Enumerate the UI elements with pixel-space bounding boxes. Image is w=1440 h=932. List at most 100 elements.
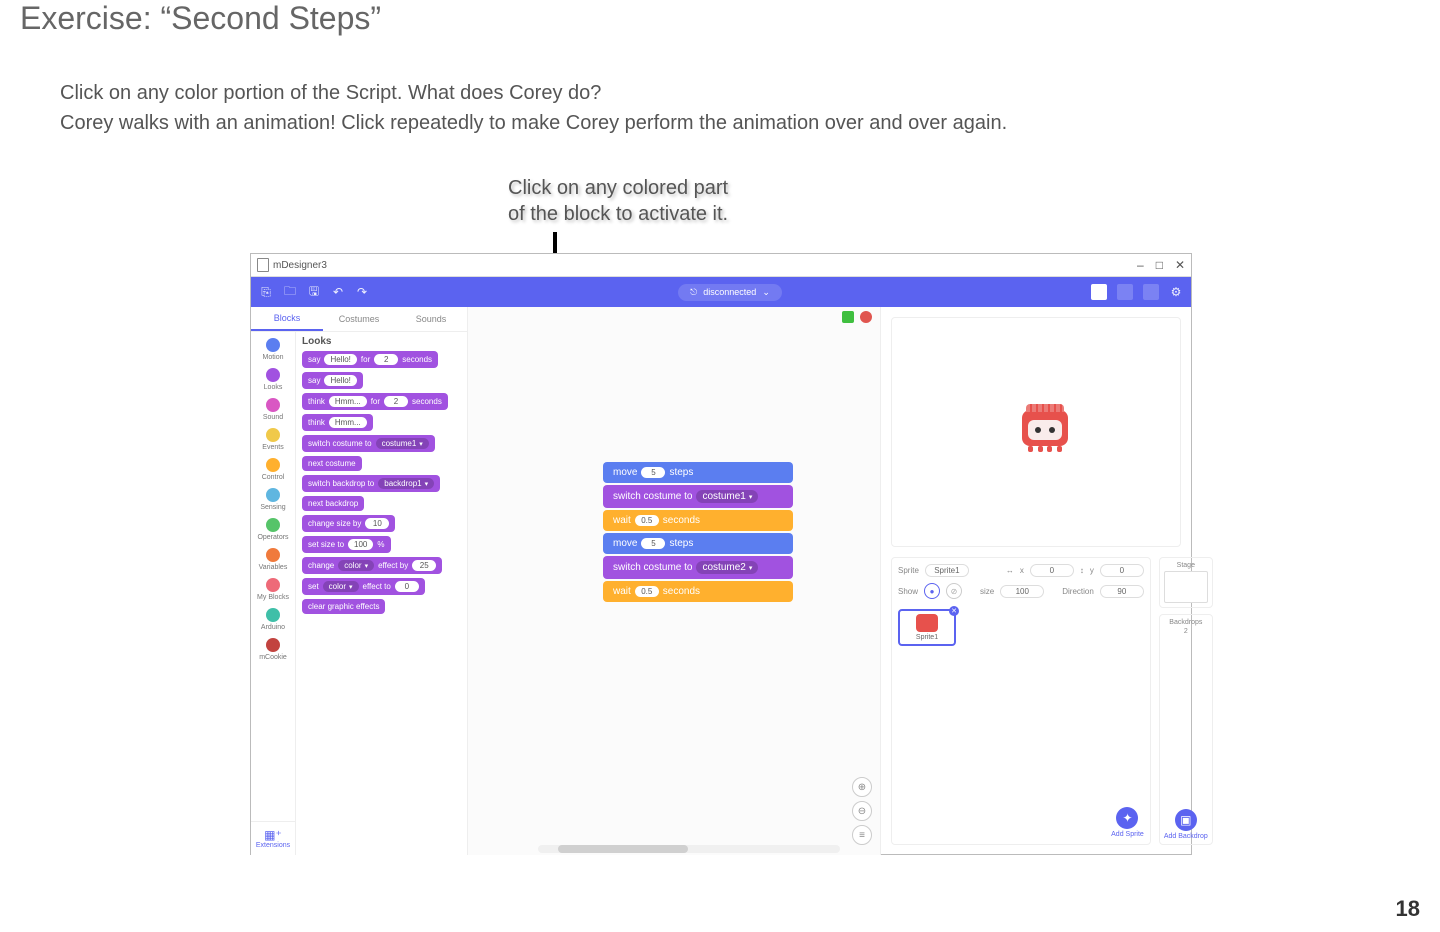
block-change-size-by[interactable]: change size by 10: [302, 515, 395, 532]
window-close-button[interactable]: ✕: [1175, 258, 1185, 272]
script-stack[interactable]: move 5 steps switch costume to costume1 …: [603, 462, 793, 604]
view-mode-2-icon[interactable]: [1117, 284, 1133, 300]
delete-sprite-icon[interactable]: ✕: [949, 606, 959, 616]
undo-icon[interactable]: ↶: [331, 285, 345, 299]
category-sensing[interactable]: Sensing: [260, 488, 285, 512]
backdrops-panel: Backdrops 2 ▣ Add Backdrop: [1159, 614, 1213, 845]
block-switch-backdrop[interactable]: switch backdrop to backdrop1 ▾: [302, 475, 440, 492]
block-think[interactable]: think Hmm...: [302, 414, 373, 431]
effect-dropdown[interactable]: color ▾: [323, 581, 359, 592]
size-field[interactable]: 100: [1000, 585, 1044, 598]
operators-dot-icon: [266, 518, 280, 532]
zoom-out-button[interactable]: ⊖: [852, 801, 872, 821]
zoom-reset-button[interactable]: ≡: [852, 825, 872, 845]
stage-info[interactable]: Stage: [1159, 557, 1213, 608]
chevron-down-icon: ▾: [749, 493, 753, 501]
category-looks[interactable]: Looks: [264, 368, 283, 392]
category-variables[interactable]: Variables: [259, 548, 288, 572]
script-block-switch-costume-2[interactable]: switch costume to costume2 ▾: [603, 556, 793, 579]
block-switch-costume[interactable]: switch costume to costume1 ▾: [302, 435, 435, 452]
show-visible-toggle[interactable]: ●: [924, 583, 940, 599]
chevron-down-icon: ▾: [365, 562, 369, 570]
view-mode-blocks-icon[interactable]: [1091, 284, 1107, 300]
costume-dropdown[interactable]: costume1 ▾: [376, 438, 429, 449]
tab-costumes[interactable]: Costumes: [323, 307, 395, 331]
script-block-wait-2[interactable]: wait 0.5 seconds: [603, 581, 793, 602]
backdrop-dropdown[interactable]: backdrop1 ▾: [378, 478, 434, 489]
redo-icon[interactable]: ↷: [355, 285, 369, 299]
palette-section-header: Looks: [302, 336, 461, 347]
script-block-move-2[interactable]: move 5 steps: [603, 533, 793, 554]
category-my-blocks[interactable]: My Blocks: [257, 578, 289, 602]
category-operators[interactable]: Operators: [257, 518, 288, 542]
connection-status-button[interactable]: ⎋ disconnected ⌄: [678, 284, 782, 301]
add-sprite-button[interactable]: ✦ Add Sprite: [1111, 807, 1144, 838]
category-mcookie[interactable]: mCookie: [259, 638, 287, 662]
add-backdrop-button[interactable]: ▣ Add Backdrop: [1164, 809, 1208, 840]
new-project-icon[interactable]: ⎘: [259, 285, 273, 299]
block-clear-graphic-effects[interactable]: clear graphic effects: [302, 599, 385, 614]
script-block-move-1[interactable]: move 5 steps: [603, 462, 793, 483]
tab-sounds[interactable]: Sounds: [395, 307, 467, 331]
block-think-for-seconds[interactable]: think Hmm... for 2 seconds: [302, 393, 448, 410]
variables-dot-icon: [266, 548, 280, 562]
backdrops-label: Backdrops: [1169, 619, 1202, 626]
horizontal-scrollbar[interactable]: [538, 845, 840, 853]
looks-dot-icon: [266, 368, 280, 382]
sprite-thumbnail[interactable]: ✕ Sprite1: [898, 609, 956, 646]
open-folder-icon[interactable]: 🗀: [283, 285, 297, 299]
stop-icon[interactable]: [860, 311, 872, 323]
block-set-effect-to[interactable]: set color ▾ effect to 0: [302, 578, 425, 595]
scrollbar-thumb[interactable]: [558, 845, 688, 853]
swap-xy-icon: ↔: [1006, 566, 1014, 575]
instructions-line-2: Corey walks with an animation! Click rep…: [60, 108, 1007, 138]
sprite-label: Sprite: [898, 566, 919, 575]
block-set-size-to[interactable]: set size to 100 %: [302, 536, 391, 553]
script-block-wait-1[interactable]: wait 0.5 seconds: [603, 510, 793, 531]
effect-dropdown[interactable]: color ▾: [338, 560, 374, 571]
stage-preview[interactable]: [891, 317, 1181, 547]
connection-icon: ⎋: [690, 287, 697, 298]
costume-dropdown[interactable]: costume1 ▾: [696, 490, 758, 503]
show-hidden-toggle[interactable]: ⊘: [946, 583, 962, 599]
block-next-costume[interactable]: next costume: [302, 456, 362, 471]
y-field[interactable]: 0: [1100, 564, 1144, 577]
block-say-for-seconds[interactable]: say Hello! for 2 seconds: [302, 351, 438, 368]
toolbar: ⎘ 🗀 🖫 ↶ ↷ ⎋ disconnected ⌄ ⚙: [251, 277, 1191, 307]
control-dot-icon: [266, 458, 280, 472]
block-change-effect-by[interactable]: change color ▾ effect by 25: [302, 557, 442, 574]
category-events[interactable]: Events: [262, 428, 283, 452]
green-flag-icon[interactable]: [842, 311, 854, 323]
sprite-thumb-label: Sprite1: [916, 634, 938, 641]
app-window: mDesigner3 – □ ✕ ⎘ 🗀 🖫 ↶ ↷ ⎋ disconnecte…: [250, 253, 1192, 855]
extensions-button[interactable]: ▦⁺ Extensions: [251, 821, 295, 854]
block-say[interactable]: say Hello!: [302, 372, 363, 389]
category-rail: Motion Looks Sound Events Control Sensin…: [251, 332, 296, 855]
y-icon: ↕: [1080, 566, 1084, 575]
page-number: 18: [1396, 896, 1420, 922]
x-field[interactable]: 0: [1030, 564, 1074, 577]
chevron-down-icon: ▾: [349, 583, 353, 591]
script-area[interactable]: move 5 steps switch costume to costume1 …: [468, 307, 880, 855]
mcookie-dot-icon: [266, 638, 280, 652]
settings-gear-icon[interactable]: ⚙: [1169, 285, 1183, 299]
sprite-corey[interactable]: [1022, 410, 1072, 454]
block-next-backdrop[interactable]: next backdrop: [302, 496, 364, 511]
category-control[interactable]: Control: [262, 458, 285, 482]
category-motion[interactable]: Motion: [262, 338, 283, 362]
save-icon[interactable]: 🖫: [307, 285, 321, 299]
category-sound[interactable]: Sound: [263, 398, 283, 422]
window-minimize-button[interactable]: –: [1137, 258, 1144, 272]
view-mode-3-icon[interactable]: [1143, 284, 1159, 300]
tab-blocks[interactable]: Blocks: [251, 307, 323, 331]
category-arduino[interactable]: Arduino: [261, 608, 285, 632]
direction-field[interactable]: 90: [1100, 585, 1144, 598]
sprite-name-field[interactable]: Sprite1: [925, 564, 969, 577]
sensing-dot-icon: [266, 488, 280, 502]
costume-dropdown[interactable]: costume2 ▾: [696, 561, 758, 574]
instructions-line-1: Click on any color portion of the Script…: [60, 78, 1007, 108]
block-palette: Looks say Hello! for 2 seconds say Hello…: [296, 332, 467, 855]
window-maximize-button[interactable]: □: [1156, 258, 1163, 272]
script-block-switch-costume-1[interactable]: switch costume to costume1 ▾: [603, 485, 793, 508]
zoom-in-button[interactable]: ⊕: [852, 777, 872, 797]
